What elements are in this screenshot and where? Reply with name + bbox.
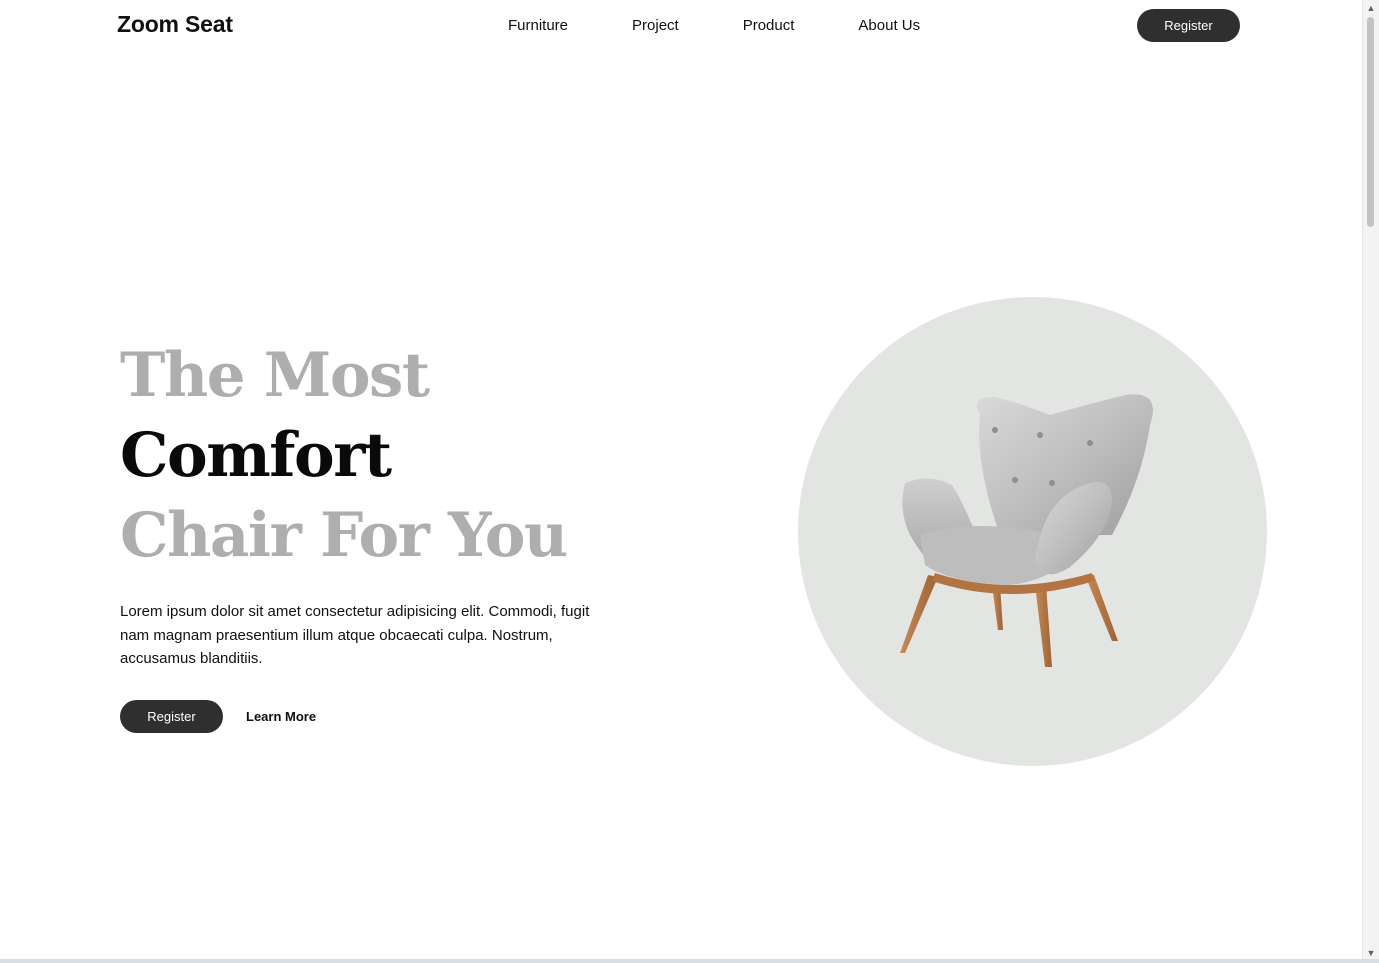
chevron-up-icon[interactable]: ▲ (1366, 3, 1376, 13)
headline-line-1: The Most (120, 340, 430, 411)
nav-register-button[interactable]: Register (1137, 9, 1240, 42)
page: Zoom Seat Furniture Project Product Abou… (0, 0, 1379, 963)
top-nav: Zoom Seat Furniture Project Product Abou… (0, 0, 1360, 52)
hero-headline: The Most Comfort Chair For You (120, 336, 568, 576)
chevron-down-icon[interactable]: ▼ (1366, 948, 1376, 958)
scrollbar[interactable]: ▲ ▼ (1362, 0, 1379, 963)
nav-link-furniture[interactable]: Furniture (508, 17, 568, 34)
hero-description: Lorem ipsum dolor sit amet consectetur a… (120, 603, 590, 667)
headline-line-2: Comfort (120, 420, 392, 491)
nav-link-about-us[interactable]: About Us (858, 17, 920, 34)
learn-more-link[interactable]: Learn More (246, 709, 316, 724)
nav-link-product[interactable]: Product (743, 17, 795, 34)
headline-line-3: Chair For You (120, 500, 568, 571)
nav-link-project[interactable]: Project (632, 17, 679, 34)
nav-links: Furniture Project Product About Us (508, 17, 984, 34)
window-bottom-edge (0, 959, 1379, 963)
scrollbar-thumb[interactable] (1367, 17, 1374, 227)
hero-register-button[interactable]: Register (120, 700, 223, 733)
armchair-image (900, 394, 1153, 667)
brand-logo[interactable]: Zoom Seat (117, 11, 233, 38)
